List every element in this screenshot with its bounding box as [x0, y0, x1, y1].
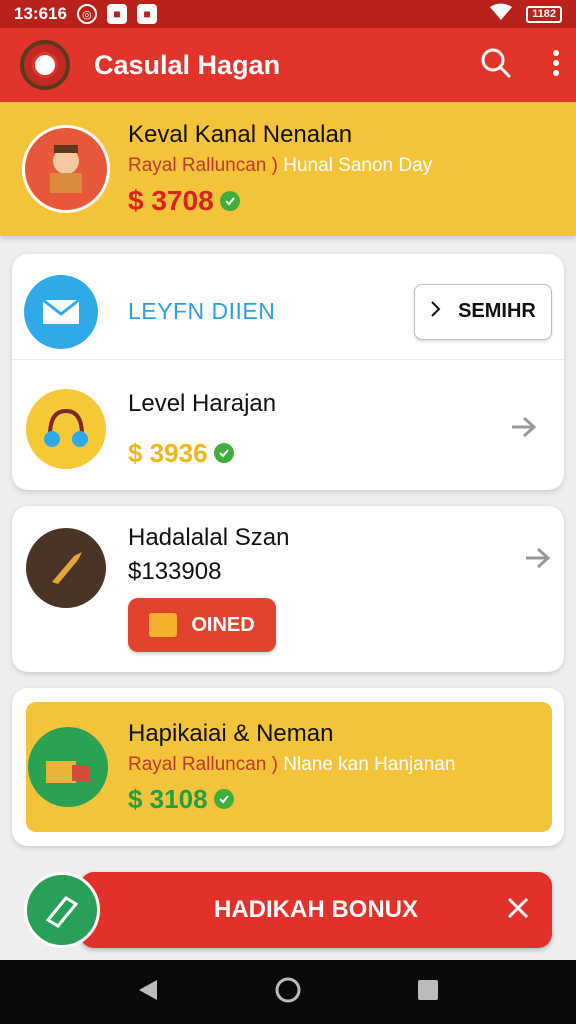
treasure-icon	[28, 727, 108, 807]
highlight-price: $ 3108	[128, 783, 208, 814]
envelope-icon	[24, 274, 98, 349]
check-icon	[213, 789, 234, 809]
banner-subtitle: Rayal Ralluncan )	[128, 155, 278, 176]
level-item[interactable]: Level Harajan $ 3936	[12, 374, 564, 484]
app-notification-icon: ■	[106, 4, 127, 24]
tool-icon	[26, 528, 106, 608]
more-vert-icon[interactable]	[552, 49, 560, 81]
banner-price: $ 3708	[128, 185, 214, 216]
featured-banner[interactable]: Keval Kanal Nenalan Rayal Ralluncan ) Hu…	[0, 102, 576, 236]
owned-button-label: OINED	[191, 613, 255, 636]
wifi-icon	[490, 3, 513, 26]
system-nav-bar	[0, 960, 576, 1024]
highlight-subtitle-accent: Nlane kan Hanjanan	[283, 753, 456, 775]
chevron-icon	[430, 300, 448, 324]
bonus-banner[interactable]: HADIKAH BONUX	[80, 872, 552, 948]
status-bar: 13:616 ◎ ■ ■ 1182	[0, 0, 576, 28]
search-button[interactable]: SEMIHR	[414, 283, 552, 340]
recents-icon[interactable]	[417, 979, 439, 1006]
check-icon	[213, 443, 234, 463]
battery-indicator: 1182	[526, 5, 562, 23]
highlight-card[interactable]: Hapikaiai & Neman Rayal Ralluncan ) Nlan…	[12, 688, 564, 846]
owned-item-price: $133908	[128, 558, 222, 585]
banner-subtitle-highlight: Hunal Sanon Day	[283, 155, 433, 176]
back-icon[interactable]	[137, 978, 159, 1007]
arrow-right-icon[interactable]	[524, 546, 552, 575]
home-icon[interactable]	[274, 976, 302, 1009]
check-icon	[219, 191, 240, 211]
level-card: LEYFN DIIEN SEMIHR Level Harajan $ 3936	[12, 254, 564, 490]
banner-title: Keval Kanal Nenalan	[128, 121, 353, 148]
owned-item-title: Hadalalal Szan	[128, 524, 290, 551]
bonus-ticket-icon	[24, 872, 100, 948]
search-button-label: SEMIHR	[458, 300, 536, 322]
app-bar: Casulal Hagan	[0, 28, 576, 102]
close-icon[interactable]	[506, 896, 530, 927]
bonus-label: HADIKAH BONUX	[214, 896, 418, 923]
level-label: LEYFN DIIEN	[128, 298, 276, 324]
app-title: Casulal Hagan	[94, 49, 281, 80]
owned-card[interactable]: Hadalalal Szan $133908 OINED	[12, 506, 564, 672]
owned-button[interactable]: OINED	[128, 598, 276, 652]
search-icon[interactable]	[480, 47, 512, 84]
status-time: 13:616	[14, 4, 67, 23]
app-logo-icon[interactable]	[20, 40, 70, 90]
highlight-title: Hapikaiai & Neman	[128, 719, 334, 747]
arrow-right-icon[interactable]	[510, 415, 538, 444]
headphones-icon	[26, 389, 106, 469]
notification-icon: ◎	[76, 4, 97, 24]
level-item-price: $ 3936	[128, 437, 208, 468]
gift-icon	[149, 613, 178, 637]
character-avatar-icon	[22, 125, 110, 213]
highlight-subtitle: Rayal Ralluncan )	[128, 753, 278, 775]
app-notification-icon: ■	[136, 4, 157, 24]
level-item-title: Level Harajan	[128, 389, 277, 417]
